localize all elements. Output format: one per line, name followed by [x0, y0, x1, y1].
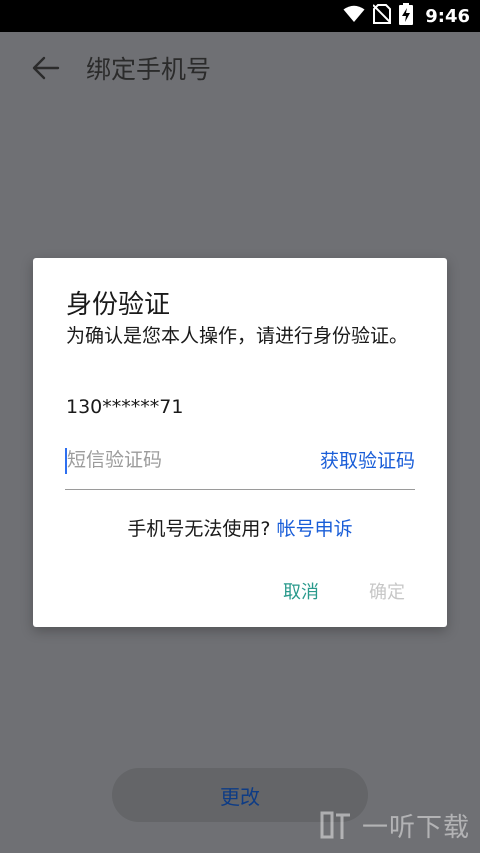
status-icons: 9:46	[343, 0, 470, 32]
get-code-button[interactable]: 获取验证码	[320, 446, 415, 473]
help-row: 手机号无法使用? 帐号申诉	[33, 514, 447, 541]
back-button[interactable]	[28, 54, 64, 86]
sms-code-input[interactable]	[67, 444, 297, 476]
identity-verification-dialog: 身份验证 为确认是您本人操作，请进行身份验证。 130******71 获取验证…	[33, 258, 447, 627]
confirm-button[interactable]: 确定	[369, 578, 405, 604]
arrow-left-icon	[32, 56, 60, 84]
change-button-label: 更改	[220, 784, 260, 809]
no-sim-icon	[372, 4, 392, 28]
dialog-message: 为确认是您本人操作，请进行身份验证。	[66, 325, 409, 347]
watermark-text: 一听下载	[361, 812, 470, 843]
app-bar: 绑定手机号	[0, 32, 480, 108]
watermark-logo-icon	[314, 805, 354, 845]
cancel-button[interactable]: 取消	[283, 578, 319, 604]
watermark: 一听下载	[314, 805, 470, 845]
page-title: 绑定手机号	[86, 55, 212, 84]
account-appeal-link[interactable]: 帐号申诉	[277, 518, 353, 540]
status-time: 9:46	[425, 5, 470, 27]
help-text: 手机号无法使用?	[127, 518, 271, 540]
sms-code-row: 获取验证码	[65, 444, 415, 490]
status-bar: 9:46	[0, 0, 480, 32]
masked-phone-number: 130******71	[66, 396, 184, 418]
dialog-title: 身份验证	[66, 290, 171, 320]
wifi-icon	[343, 5, 365, 27]
battery-charging-icon	[399, 3, 414, 29]
